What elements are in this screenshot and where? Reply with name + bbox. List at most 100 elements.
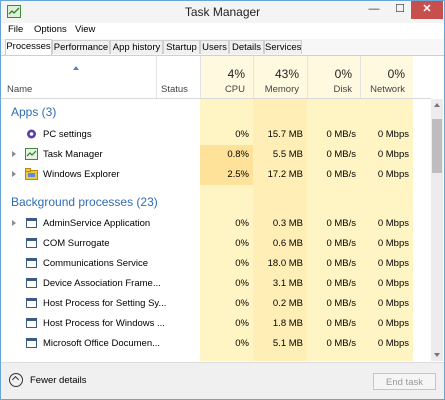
column-header-memory[interactable]: 43% Memory [253,56,307,98]
process-row[interactable]: Host Process for Setting Sy... 0% 0.2 MB… [1,294,431,314]
cpu-label: CPU [224,84,245,95]
process-row[interactable]: Host Process for Windows ... 0% 1.8 MB 0… [1,314,431,334]
chevron-right-icon[interactable] [12,171,16,177]
title-bar[interactable]: Task Manager — ☐ ✕ [1,1,444,23]
service-icon [26,318,37,328]
process-row[interactable]: Device Association Frame... 0% 3.1 MB 0 … [1,274,431,294]
memory-label: Memory [264,84,299,95]
menu-bar: File Options View [1,23,444,38]
process-name: COM Surrogate [43,238,110,249]
cpu-value: 0% [235,338,249,349]
cpu-value: 0% [235,238,249,249]
cpu-value: 0% [235,318,249,329]
memory-value: 5.5 MB [272,149,303,160]
fewer-details-label: Fewer details [30,375,87,386]
tab-services[interactable]: Services [264,40,302,54]
cpu-value: 0% [235,278,249,289]
cpu-value: 0% [235,298,249,309]
process-row[interactable]: COM Surrogate 0% 0.6 MB 0 MB/s 0 Mbps [1,234,431,254]
tab-processes[interactable]: Processes [5,39,52,55]
menu-file[interactable]: File [8,24,23,35]
memory-value: 15.7 MB [267,129,303,140]
end-task-button[interactable]: End task [373,373,436,390]
disk-value: 0 MB/s [326,129,356,140]
disk-value: 0 MB/s [326,218,356,229]
column-header-name[interactable]: Name [1,56,156,98]
process-row[interactable]: AdminService Application 0% 0.3 MB 0 MB/… [1,214,431,234]
network-value: 0 Mbps [377,278,409,289]
service-icon [26,298,37,308]
service-icon [26,258,37,268]
network-percent: 0% [387,67,405,81]
network-value: 0 Mbps [377,129,409,140]
process-row[interactable]: Task Manager 0.8% 5.5 MB 0 MB/s 0 Mbps [1,145,431,165]
windows-explorer-icon [25,168,38,180]
disk-value: 0 MB/s [326,278,356,289]
network-label: Network [370,84,405,95]
process-row[interactable]: Communications Service 0% 18.0 MB 0 MB/s… [1,254,431,274]
memory-percent: 43% [274,67,299,81]
process-name: AdminService Application [43,218,151,229]
column-header-row: Name Status 4% CPU 43% Memory 0% Disk 0%… [1,56,431,99]
process-name: PC settings [43,129,92,140]
close-button[interactable]: ✕ [411,1,443,19]
process-name: Task Manager [43,149,103,160]
menu-view[interactable]: View [75,24,95,35]
cpu-value: 2.5% [227,169,249,180]
network-value: 0 Mbps [377,258,409,269]
chevron-up-circle-icon [9,373,23,387]
disk-percent: 0% [334,67,352,81]
tab-users[interactable]: Users [200,40,229,54]
process-name: Device Association Frame... [43,278,161,289]
network-value: 0 Mbps [377,338,409,349]
cpu-percent: 4% [227,67,245,81]
minimize-button[interactable]: — [361,1,387,19]
column-header-status[interactable]: Status [156,56,200,98]
chevron-right-icon[interactable] [12,151,16,157]
memory-value: 3.1 MB [272,278,303,289]
process-row[interactable]: Windows Explorer 2.5% 17.2 MB 0 MB/s 0 M… [1,165,431,185]
cpu-value: 0% [235,258,249,269]
disk-label: Disk [333,84,352,95]
tab-app-history[interactable]: App history [110,40,163,54]
service-icon [26,218,37,228]
disk-value: 0 MB/s [326,298,356,309]
group-header-apps: Apps (3) [11,105,57,119]
tab-details[interactable]: Details [229,40,264,54]
column-header-disk[interactable]: 0% Disk [307,56,360,98]
column-status-label: Status [161,84,188,95]
chevron-right-icon[interactable] [12,220,16,226]
menu-options[interactable]: Options [34,24,67,35]
process-name: Microsoft Office Documen... [43,338,161,349]
disk-value: 0 MB/s [326,318,356,329]
process-name: Host Process for Windows ... [43,318,165,329]
process-row[interactable]: PC settings 0% 15.7 MB 0 MB/s 0 Mbps [1,125,431,145]
process-row[interactable]: Microsoft Office Documen... 0% 5.1 MB 0 … [1,334,431,354]
group-header-background: Background processes (23) [11,195,158,209]
column-name-label: Name [7,84,33,95]
scrollbar-thumb[interactable] [432,119,442,173]
task-manager-window: Task Manager — ☐ ✕ File Options View Pro… [0,0,445,400]
network-value: 0 Mbps [377,298,409,309]
vertical-scrollbar[interactable] [431,99,443,361]
scroll-down-icon[interactable] [434,353,440,357]
network-value: 0 Mbps [377,318,409,329]
memory-value: 0.6 MB [272,238,303,249]
memory-value: 1.8 MB [272,318,303,329]
column-header-network[interactable]: 0% Network [360,56,413,98]
process-list: Apps (3) PC settings 0% 15.7 MB 0 MB/s 0… [1,99,431,361]
cpu-value: 0.8% [227,149,249,160]
column-header-cpu[interactable]: 4% CPU [200,56,253,98]
maximize-button[interactable]: ☐ [387,1,413,19]
service-icon [26,278,37,288]
scroll-up-icon[interactable] [434,103,440,107]
network-value: 0 Mbps [377,238,409,249]
fewer-details-button[interactable]: Fewer details [9,373,109,390]
process-name: Communications Service [43,258,149,269]
tab-startup[interactable]: Startup [163,40,200,54]
service-icon [26,338,37,348]
tab-performance[interactable]: Performance [52,40,110,54]
task-manager-icon [25,148,38,160]
process-name: Host Process for Setting Sy... [43,298,167,309]
memory-value: 0.3 MB [272,218,303,229]
